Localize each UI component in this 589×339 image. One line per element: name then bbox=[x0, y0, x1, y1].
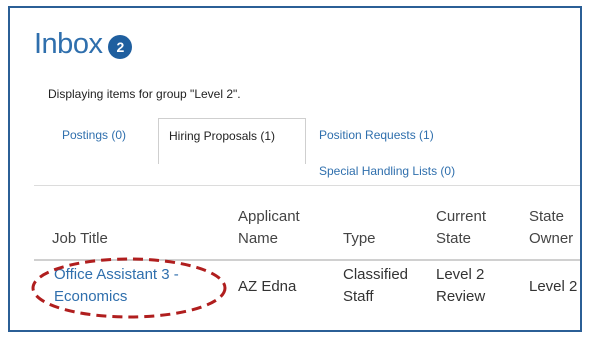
tab-hiring-proposals-label: Hiring Proposals (1) bbox=[169, 129, 276, 143]
tabs-divider bbox=[34, 185, 580, 186]
inbox-header: Inbox 2 bbox=[34, 28, 133, 61]
tab-postings[interactable]: Postings (0) bbox=[62, 128, 126, 142]
group-message: Displaying items for group "Level 2". bbox=[48, 87, 241, 101]
type-cell: Classified Staff bbox=[343, 264, 408, 308]
type-line2: Staff bbox=[343, 288, 374, 305]
column-header-owner-line2: Owner bbox=[529, 230, 574, 247]
column-header-type: Type bbox=[343, 230, 376, 247]
inbox-panel: Inbox 2 Displaying items for group "Leve… bbox=[8, 6, 582, 332]
state-owner-cell: Level 2 bbox=[529, 278, 578, 295]
job-title-line1[interactable]: Office Assistant 3 - bbox=[54, 264, 234, 286]
column-header-current-state: Current State bbox=[436, 206, 486, 250]
column-header-job-title: Job Title bbox=[52, 230, 108, 247]
inbox-count-badge: 2 bbox=[108, 34, 133, 59]
column-header-owner-line1: State bbox=[529, 208, 565, 225]
tab-position-requests[interactable]: Position Requests (1) bbox=[319, 128, 434, 142]
page-title: Inbox bbox=[34, 28, 103, 60]
tab-hiring-proposals[interactable]: Hiring Proposals (1) bbox=[158, 118, 306, 164]
applicant-name-cell: AZ Edna bbox=[238, 278, 297, 295]
job-title-line2[interactable]: Economics bbox=[54, 286, 234, 308]
type-line1: Classified bbox=[343, 266, 409, 283]
current-state-cell: Level 2 Review bbox=[436, 264, 485, 308]
column-header-applicant-line1: Applicant bbox=[238, 208, 300, 225]
tab-special-handling-lists[interactable]: Special Handling Lists (0) bbox=[319, 164, 455, 178]
state-line1: Level 2 bbox=[436, 266, 485, 283]
column-header-applicant-line2: Name bbox=[238, 230, 279, 247]
table-header-divider bbox=[34, 259, 580, 261]
column-header-state-line1: Current bbox=[436, 208, 487, 225]
column-header-state-owner: State Owner bbox=[529, 206, 573, 250]
column-header-applicant-name: Applicant Name bbox=[238, 206, 300, 250]
state-line2: Review bbox=[436, 288, 486, 305]
column-header-state-line2: State bbox=[436, 230, 472, 247]
job-title-link[interactable]: Office Assistant 3 - Economics bbox=[54, 264, 234, 308]
